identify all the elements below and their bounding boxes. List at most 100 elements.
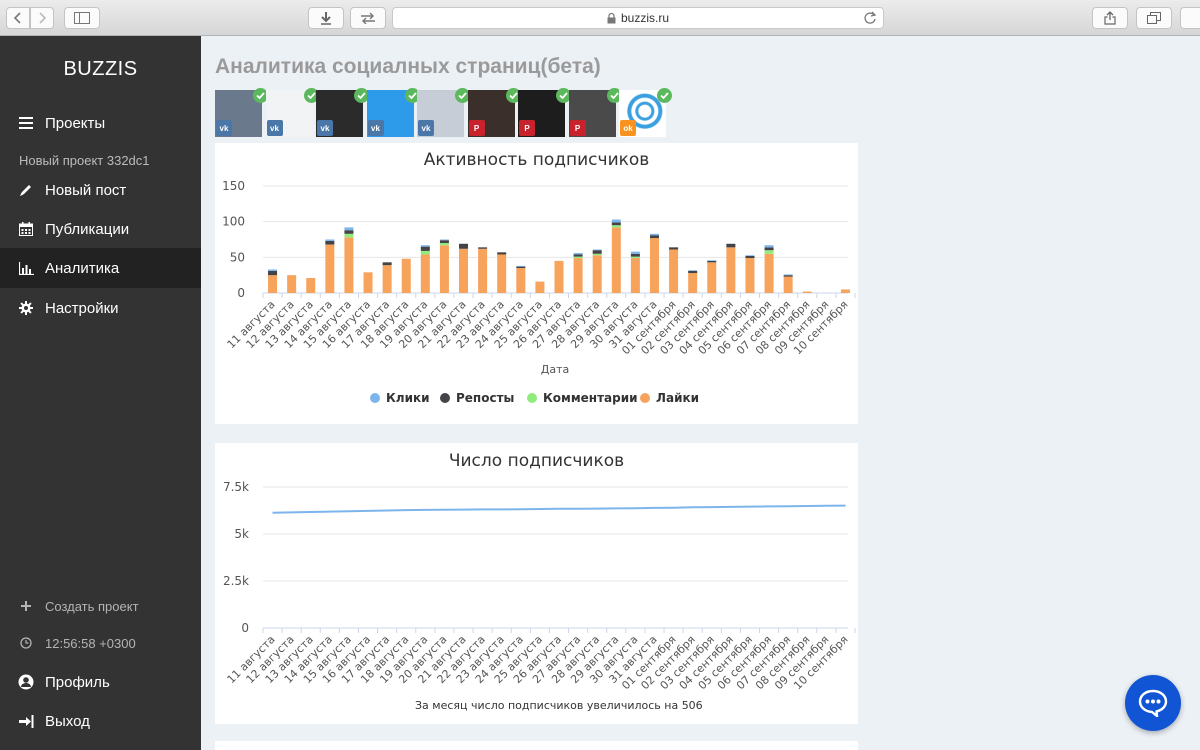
bar-segment[interactable] xyxy=(478,248,488,293)
bar-segment[interactable] xyxy=(344,227,354,231)
sidebar-item-projects[interactable]: Проекты xyxy=(0,103,201,143)
address-bar[interactable]: buzzis.ru xyxy=(392,7,884,29)
bar-segment[interactable] xyxy=(573,258,583,293)
bar-segment[interactable] xyxy=(420,245,430,247)
bar-segment[interactable] xyxy=(382,265,392,293)
bar-segment[interactable] xyxy=(554,260,564,293)
bar-segment[interactable] xyxy=(573,254,583,257)
tabs-button[interactable] xyxy=(1136,7,1172,29)
bar-segment[interactable] xyxy=(420,250,430,255)
bar-segment[interactable] xyxy=(420,254,430,293)
bar-segment[interactable] xyxy=(306,278,316,293)
bar-segment[interactable] xyxy=(497,252,507,255)
bar-segment[interactable] xyxy=(439,243,449,246)
bar-segment[interactable] xyxy=(573,253,583,255)
social-page-thumb[interactable]: vk xyxy=(366,88,420,137)
bar-segment[interactable] xyxy=(783,275,793,277)
bar-segment[interactable] xyxy=(764,247,774,251)
bar-segment[interactable] xyxy=(382,262,392,266)
share-button[interactable] xyxy=(1092,7,1128,29)
bar-segment[interactable] xyxy=(439,239,449,241)
bar-segment[interactable] xyxy=(745,255,755,256)
bar-segment[interactable] xyxy=(268,270,278,276)
social-page-thumb[interactable]: vk xyxy=(265,88,319,137)
bar-segment[interactable] xyxy=(669,249,679,293)
bar-segment[interactable] xyxy=(592,250,602,254)
sidebar-item-analytics[interactable]: Аналитика xyxy=(0,248,201,288)
sidebar-item-new-post[interactable]: Новый пост xyxy=(0,170,201,210)
bar-segment[interactable] xyxy=(649,238,659,293)
bar-segment[interactable] xyxy=(573,256,583,259)
bar-segment[interactable] xyxy=(497,254,507,293)
bar-segment[interactable] xyxy=(516,268,526,293)
bar-segment[interactable] xyxy=(688,273,698,293)
bar-segment[interactable] xyxy=(439,245,449,293)
social-page-thumb[interactable]: vk xyxy=(215,88,268,137)
bar-segment[interactable] xyxy=(764,250,774,254)
social-page-thumb[interactable]: ok xyxy=(619,88,672,137)
bar-segment[interactable] xyxy=(707,260,717,261)
social-page-thumb[interactable]: P xyxy=(568,88,622,137)
bar-segment[interactable] xyxy=(764,253,774,293)
bar-segment[interactable] xyxy=(459,248,469,293)
bar-segment[interactable] xyxy=(516,265,526,267)
extension-button[interactable] xyxy=(350,7,386,29)
bar-segment[interactable] xyxy=(707,260,717,263)
legend-label[interactable]: Лайки xyxy=(656,391,699,405)
social-page-thumb[interactable]: P xyxy=(467,88,521,137)
bar-segment[interactable] xyxy=(726,247,736,293)
bar-segment[interactable] xyxy=(478,247,488,249)
bar-segment[interactable] xyxy=(611,227,621,293)
social-page-thumb[interactable]: vk xyxy=(417,88,470,137)
bar-segment[interactable] xyxy=(707,262,717,293)
brand-logo[interactable]: BUZZIS xyxy=(0,58,201,81)
bar-segment[interactable] xyxy=(592,249,602,251)
legend-label[interactable]: Репосты xyxy=(456,391,514,405)
bar-segment[interactable] xyxy=(268,269,278,271)
legend-marker[interactable] xyxy=(640,393,650,403)
bar-segment[interactable] xyxy=(630,256,640,259)
reload-icon[interactable] xyxy=(863,11,877,25)
bar-segment[interactable] xyxy=(287,275,297,293)
bar-segment[interactable] xyxy=(363,272,373,293)
bar-segment[interactable] xyxy=(516,266,526,269)
legend-label[interactable]: Клики xyxy=(386,391,430,405)
bar-segment[interactable] xyxy=(344,237,354,293)
bar-segment[interactable] xyxy=(325,239,335,241)
sidebar-create-project[interactable]: Создать проект xyxy=(0,586,201,626)
bar-segment[interactable] xyxy=(783,274,793,276)
bar-segment[interactable] xyxy=(630,258,640,293)
sidebar-item-settings[interactable]: Настройки xyxy=(0,288,201,328)
legend-marker[interactable] xyxy=(527,393,537,403)
bar-segment[interactable] xyxy=(439,240,449,244)
bar-segment[interactable] xyxy=(611,219,621,223)
legend-marker[interactable] xyxy=(440,393,450,403)
bar-segment[interactable] xyxy=(344,230,354,234)
legend-marker[interactable] xyxy=(370,393,380,403)
bar-segment[interactable] xyxy=(611,225,621,228)
bar-segment[interactable] xyxy=(420,246,430,251)
bar-segment[interactable] xyxy=(688,270,698,271)
bar-segment[interactable] xyxy=(802,291,812,293)
bar-segment[interactable] xyxy=(688,270,698,274)
sidebar-item-logout[interactable]: Выход xyxy=(0,701,201,741)
bar-segment[interactable] xyxy=(745,255,755,259)
legend-label[interactable]: Комментарии xyxy=(543,391,638,405)
bar-segment[interactable] xyxy=(268,275,278,293)
bar-segment[interactable] xyxy=(840,289,850,293)
chat-button[interactable] xyxy=(1125,675,1181,731)
bar-segment[interactable] xyxy=(630,251,640,254)
bar-segment[interactable] xyxy=(611,222,621,226)
bar-segment[interactable] xyxy=(630,253,640,257)
bar-segment[interactable] xyxy=(649,235,659,239)
sidebar-item-publications[interactable]: Публикации xyxy=(0,209,201,249)
sidebar-toggle-button[interactable] xyxy=(64,7,100,29)
back-button[interactable] xyxy=(6,7,30,29)
bar-segment[interactable] xyxy=(325,240,335,245)
new-tab-button[interactable] xyxy=(1180,7,1200,29)
bar-segment[interactable] xyxy=(401,258,411,293)
bar-segment[interactable] xyxy=(592,253,602,256)
social-page-thumb[interactable]: P xyxy=(518,88,571,137)
bar-segment[interactable] xyxy=(592,255,602,293)
downloads-button[interactable] xyxy=(308,7,344,29)
